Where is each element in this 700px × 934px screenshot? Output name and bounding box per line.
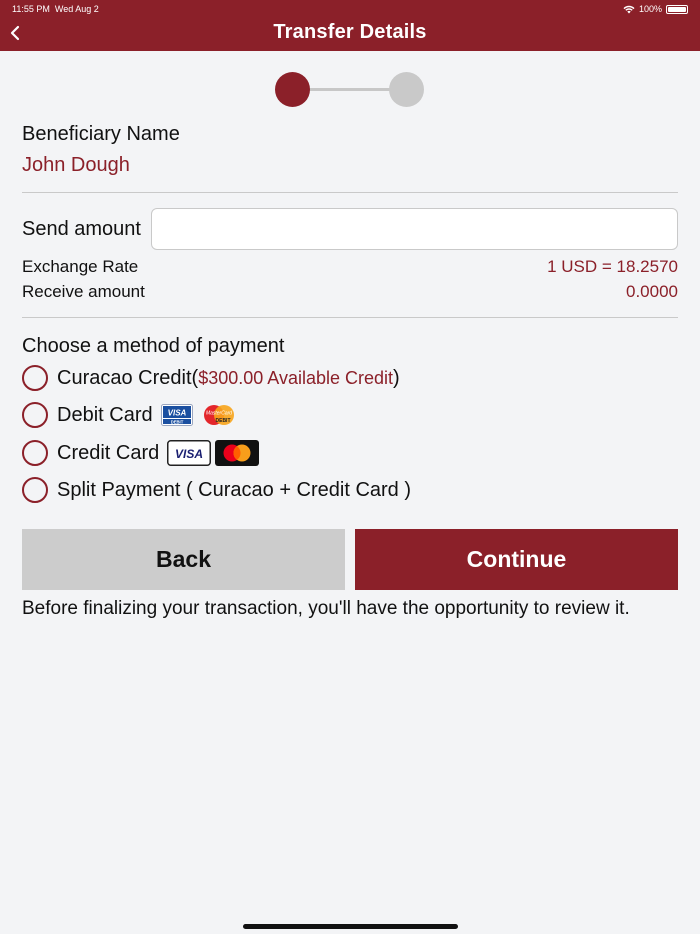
paren-open: ( — [191, 366, 199, 389]
back-button[interactable]: Back — [22, 529, 345, 590]
wifi-icon — [623, 5, 635, 13]
status-time: 11:55 PM Wed Aug 2 — [12, 4, 99, 14]
option-label: Curacao Credit — [57, 366, 192, 389]
receive-amount-value: 0.0000 — [626, 282, 678, 301]
radio-button[interactable] — [22, 402, 48, 428]
battery-icon — [666, 4, 688, 14]
send-amount-label: Send amount — [22, 218, 141, 240]
divider — [22, 192, 678, 193]
review-note: Before finalizing your transaction, you'… — [22, 598, 630, 619]
beneficiary-name: John Dough — [22, 154, 130, 176]
option-label: Credit Card — [57, 441, 160, 464]
progress-stepper — [275, 72, 425, 108]
step-2-indicator — [389, 72, 424, 107]
option-label: Split Payment ( Curacao + Credit Card ) — [57, 478, 412, 501]
svg-text:VISA: VISA — [167, 409, 186, 418]
payment-option-curacao-credit[interactable]: Curacao Credit ($300.00 Available Credit… — [22, 365, 400, 391]
mastercard-icon — [215, 440, 260, 466]
home-indicator[interactable] — [243, 924, 458, 929]
beneficiary-label: Beneficiary Name — [22, 123, 180, 145]
svg-text:DEBIT: DEBIT — [215, 418, 230, 424]
navigation-bar: 11:55 PM Wed Aug 2 100% Transfer Details — [0, 0, 700, 51]
exchange-rate-value: 1 USD = 18.2570 — [547, 257, 678, 276]
status-indicators: 100% — [623, 4, 688, 14]
option-label: Debit Card — [57, 403, 153, 426]
svg-text:MasterCard: MasterCard — [206, 411, 232, 417]
visa-icon: VISA — [167, 440, 212, 466]
payment-option-debit-card[interactable]: Debit Card VISA DEBIT MasterCard DEBIT — [22, 402, 237, 428]
stepper-connector — [309, 88, 393, 91]
payment-option-credit-card[interactable]: Credit Card VISA — [22, 440, 260, 466]
svg-text:DEBIT: DEBIT — [170, 419, 183, 424]
step-1-indicator — [275, 72, 310, 107]
continue-button[interactable]: Continue — [355, 529, 678, 590]
paren-close: ) — [393, 366, 400, 389]
radio-button[interactable] — [22, 365, 48, 391]
exchange-rate-row: Exchange Rate 1 USD = 18.2570 — [22, 257, 678, 277]
svg-text:VISA: VISA — [175, 447, 203, 461]
receive-amount-label: Receive amount — [22, 282, 145, 301]
send-amount-input[interactable] — [151, 208, 678, 250]
visa-debit-icon: VISA DEBIT — [160, 404, 193, 426]
battery-percent: 100% — [638, 4, 662, 14]
payment-method-heading: Choose a method of payment — [22, 335, 285, 357]
payment-option-split-payment[interactable]: Split Payment ( Curacao + Credit Card ) — [22, 477, 411, 503]
page-title: Transfer Details — [273, 21, 427, 43]
available-credit: $300.00 Available Credit — [198, 367, 393, 388]
radio-button[interactable] — [22, 477, 48, 503]
receive-amount-row: Receive amount 0.0000 — [22, 282, 678, 302]
mastercard-debit-icon: MasterCard DEBIT — [203, 405, 234, 425]
exchange-rate-label: Exchange Rate — [22, 257, 139, 276]
radio-button[interactable] — [22, 440, 48, 466]
divider — [22, 317, 678, 318]
